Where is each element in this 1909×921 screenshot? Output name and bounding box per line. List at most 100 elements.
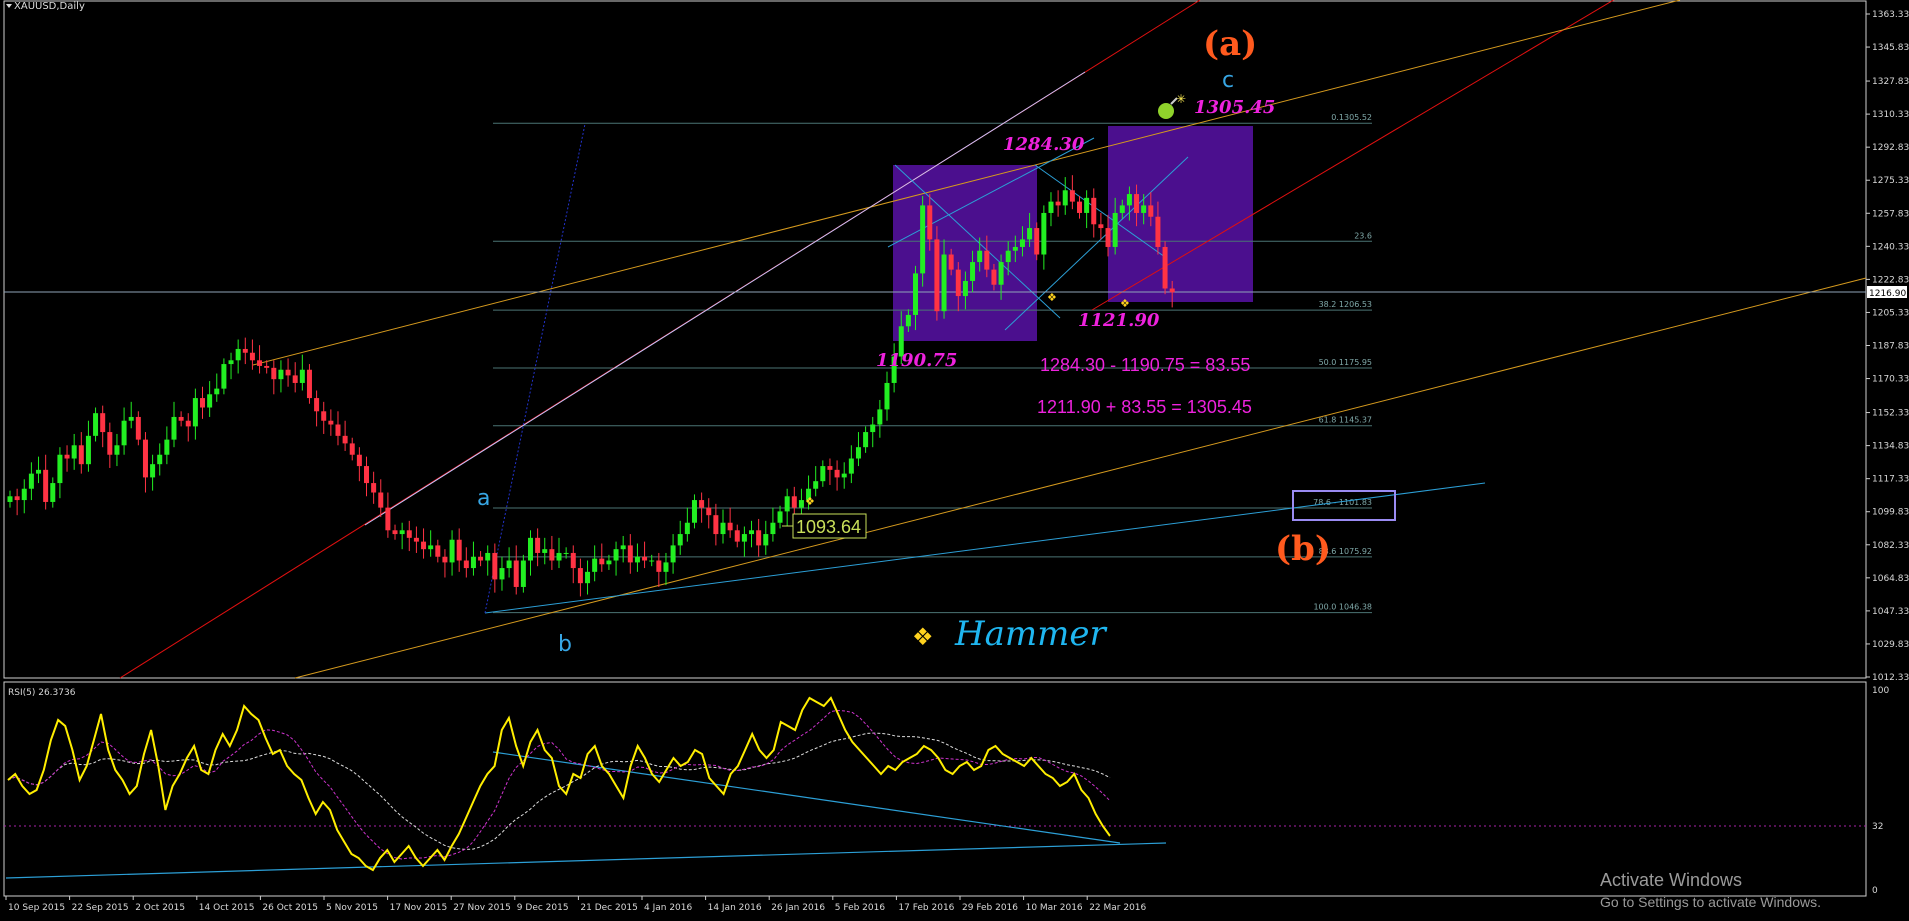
hammer-legend-icon: ❖ [912, 624, 934, 651]
rsi-axis-label: 0 [1872, 886, 1878, 896]
candle-body [499, 568, 505, 580]
candle-body [1055, 201, 1061, 206]
candle-body [527, 537, 533, 561]
candle-body [1069, 190, 1075, 202]
candle-body [142, 439, 148, 478]
svg-text:✳: ✳ [1176, 92, 1186, 106]
wave-label-c: c [1222, 68, 1234, 93]
candle-body [428, 545, 434, 550]
candle-body [292, 375, 298, 383]
price-tick-label: 1292.83 [1872, 143, 1909, 153]
candle-body [1091, 197, 1097, 225]
candle-body [1141, 205, 1147, 213]
candle-body [470, 556, 476, 569]
candle-body [200, 398, 206, 408]
candle-body [378, 492, 384, 508]
candle-body [371, 483, 377, 493]
candle-body [1112, 212, 1118, 247]
candle-body [549, 549, 555, 561]
candle-body [1077, 201, 1082, 213]
candle-body [592, 558, 598, 572]
candle-body [356, 454, 362, 467]
candle-body [663, 562, 669, 572]
date-axis: 10 Sep 2015 22 Sep 2015 2 Oct 2015 14 Oct 2… [5, 896, 1147, 913]
activate-windows-title: Activate Windows [1600, 870, 1743, 890]
candle-body [93, 413, 99, 436]
fib-label: 38.2 1206.53 [1319, 300, 1372, 309]
candle-body [1169, 288, 1175, 293]
date-tick-label: 5 Nov 2015 [326, 903, 378, 913]
activate-windows-subtitle: Go to Settings to activate Windows. [1600, 894, 1821, 910]
candle-body [50, 483, 56, 502]
candle-body [642, 556, 648, 561]
candle-body [706, 507, 712, 516]
candle-body [913, 273, 919, 315]
candle-body [157, 454, 163, 465]
price-tick-label: 1064.83 [1872, 574, 1909, 584]
candle-body [257, 360, 263, 366]
candle-body [841, 473, 847, 478]
rsi-axis-label: 32 [1872, 822, 1883, 832]
candle-body [214, 388, 220, 395]
candle-body [556, 552, 562, 561]
candle-body [563, 552, 569, 554]
candle-body [1048, 201, 1054, 213]
low-price-label-2: 1121.90 [1078, 310, 1160, 331]
candle-body [1041, 212, 1047, 255]
candle-body [21, 488, 27, 501]
candle-body [784, 496, 790, 512]
price-tick-label: 1275.33 [1872, 176, 1909, 186]
candle-body [1105, 228, 1111, 247]
candle-body [585, 571, 591, 584]
candle-body [991, 269, 997, 285]
candle-body [848, 458, 854, 474]
wave-label-a-parenthesis: (a) [1203, 24, 1257, 64]
date-tick-label: 22 Sep 2015 [72, 903, 129, 913]
date-tick-label: 14 Jan 2016 [708, 903, 762, 913]
wave-label-b-parenthesis: (b) [1275, 529, 1331, 569]
candle-body [699, 500, 705, 508]
candle-body [927, 205, 933, 240]
hammer-legend-label: Hammer [954, 614, 1108, 654]
candle-body [513, 560, 519, 587]
symbol-label: XAUUSD,Daily [14, 1, 85, 12]
candle-body [506, 560, 512, 569]
candle-body [1148, 205, 1154, 217]
candle-body [542, 549, 548, 553]
candle-body [178, 416, 184, 421]
rsi-axis-label: 100 [1872, 686, 1889, 696]
candle-body [763, 534, 769, 546]
date-tick-label: 14 Oct 2015 [199, 903, 255, 913]
candle-body [171, 416, 177, 440]
candle-body [492, 552, 498, 580]
candle-body [649, 560, 655, 562]
candle-body [128, 416, 134, 421]
candle-body [7, 496, 13, 502]
candle-body [962, 280, 968, 297]
price-tick-label: 1170.33 [1872, 375, 1909, 385]
date-tick-label: 10 Mar 2016 [1026, 903, 1083, 913]
candle-body [335, 424, 341, 436]
date-tick-label: 27 Nov 2015 [453, 903, 511, 913]
candle-body [606, 560, 612, 565]
candle-body [877, 409, 883, 425]
fib-label: 0.1305.52 [1331, 113, 1372, 122]
calculation-line-1: 1284.30 - 1190.75 = 83.55 [1040, 355, 1250, 375]
candle-body [713, 515, 719, 535]
candle-body [278, 369, 284, 380]
candle-body [249, 352, 255, 361]
candle-body [192, 398, 198, 427]
candle-body [727, 522, 733, 531]
date-tick-label: 22 Mar 2016 [1089, 903, 1146, 913]
candle-body [406, 530, 412, 538]
date-tick-label: 5 Feb 2016 [835, 903, 886, 913]
candle-body [135, 416, 141, 440]
candle-body [855, 447, 861, 459]
candle-body [314, 398, 320, 412]
hammer-marker: ❖ [805, 496, 815, 508]
price-tick-label: 1117.33 [1872, 475, 1909, 485]
candle-body [777, 511, 783, 523]
candle-body [691, 500, 697, 523]
candle-body [328, 420, 334, 425]
candle-body [413, 537, 419, 542]
